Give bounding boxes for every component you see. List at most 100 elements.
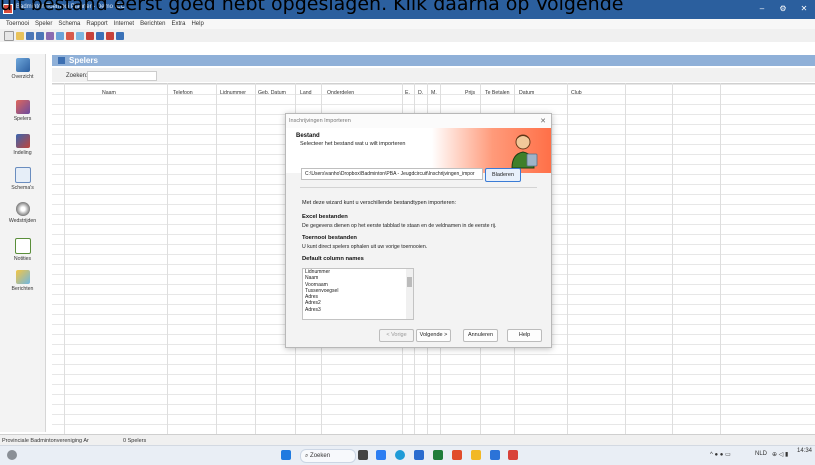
browse-button[interactable]: Bladeren <box>485 168 521 182</box>
grid-divider <box>167 83 168 434</box>
help-button[interactable]: Help <box>507 329 542 342</box>
grid-divider <box>567 83 568 434</box>
column-header-e[interactable]: E. <box>405 90 410 96</box>
badminton-app-icon[interactable] <box>508 450 518 460</box>
language-indicator[interactable]: NLD <box>755 451 767 457</box>
notes-icon <box>14 238 31 254</box>
excel-title: Excel bestanden <box>302 214 348 220</box>
menu-internet[interactable]: Internet <box>114 21 134 27</box>
cancel-button[interactable]: Annuleren <box>463 329 498 342</box>
dialog-intro: Met deze wizard kunt u verschillende bes… <box>302 200 457 206</box>
menu-speler[interactable]: Speler <box>35 21 52 27</box>
panel-title: Spelers <box>69 56 98 65</box>
grid-divider <box>64 83 65 434</box>
default-columns-list[interactable]: Lidnummer Naam Voornaam Tussenvoegsel Ad… <box>302 268 414 320</box>
grid-divider <box>720 83 721 434</box>
user-add-icon[interactable] <box>106 31 114 40</box>
file-path-input[interactable]: C:\Users\vanho\Dropbox\Badminton\PBA - J… <box>301 168 483 180</box>
column-header-telefoon[interactable]: Telefoon <box>173 90 193 96</box>
user-red-icon[interactable] <box>86 31 94 40</box>
tray-icons[interactable]: ^ ● ● ▭ <box>710 451 731 458</box>
column-header-lidnummer[interactable]: Lidnummer <box>220 90 246 96</box>
mail-icon[interactable] <box>76 31 84 40</box>
players-alt-icon[interactable] <box>36 31 44 40</box>
column-header-club[interactable]: Club <box>571 90 582 96</box>
messages-icon <box>15 270 30 284</box>
print-icon[interactable] <box>66 31 74 40</box>
user-remove-icon[interactable] <box>116 31 124 40</box>
sidebar-item-indeling[interactable]: Indeling <box>0 134 45 156</box>
players-icon <box>58 57 65 64</box>
word-icon[interactable] <box>414 450 424 460</box>
chat-icon[interactable] <box>376 450 386 460</box>
back-button[interactable]: < Vorige <box>379 329 414 342</box>
search-row: Zoeken: <box>52 68 815 82</box>
grid-divider <box>672 83 673 434</box>
schedule-icon <box>14 167 31 183</box>
excel-description: De gegevens dienen op het eerste tabblad… <box>302 223 497 229</box>
sidebar-item-berichten[interactable]: Berichten <box>0 270 45 292</box>
new-icon[interactable] <box>4 30 14 41</box>
close-icon[interactable]: ✕ <box>540 117 546 125</box>
status-player-count: 0 Spelers <box>123 438 147 444</box>
task-view-icon[interactable] <box>358 450 368 460</box>
store-icon[interactable] <box>490 450 500 460</box>
scrollbar-thumb[interactable] <box>407 277 412 287</box>
draw-icon <box>15 134 30 148</box>
taskbar-search[interactable]: ⌕ Zoeken <box>300 449 356 463</box>
sidebar-item-spelers[interactable]: Spelers <box>0 100 45 122</box>
page-title: Spelers <box>52 55 815 66</box>
menu-schema[interactable]: Schema <box>58 21 80 27</box>
menu-toernooi[interactable]: Toernooi <box>6 21 29 27</box>
sidebar-item-wedstrijden[interactable]: Wedstrijden <box>0 202 45 224</box>
shuttlecock-icon <box>15 202 30 216</box>
draw-icon[interactable] <box>46 31 54 40</box>
tutorial-caption: uit bestand eerst goed hebt opgeslagen. … <box>0 0 624 15</box>
next-button[interactable]: Volgende > <box>416 329 451 342</box>
network-volume-icons[interactable]: ⊕ ◁ ▮ <box>772 451 788 458</box>
overview-icon <box>15 58 30 72</box>
menu-rapport[interactable]: Rapport <box>86 21 107 27</box>
column-header-onderdelen[interactable]: Onderdelen <box>327 90 354 96</box>
dialog-header-subtitle: Selecteer het bestand wat u wilt importe… <box>300 141 406 147</box>
players-icon[interactable] <box>26 31 34 40</box>
players-icon <box>15 100 30 114</box>
sidebar-item-schemas[interactable]: Schema's <box>0 167 45 191</box>
tournament-title: Toernooi bestanden <box>302 235 357 241</box>
sidebar-item-notities[interactable]: Notities <box>0 238 45 262</box>
grid-divider <box>216 83 217 434</box>
column-header-prijs[interactable]: Prijs <box>465 90 475 96</box>
clock[interactable]: 14:34 <box>797 448 812 454</box>
status-club: Provinciale Badmintonvereniging Ar <box>2 438 89 444</box>
import-dialog: Inschrijvingen Importeren ✕ Bestand Sele… <box>285 113 552 348</box>
weather-icon[interactable] <box>7 450 17 460</box>
list-item: Adres3 <box>305 306 321 313</box>
menu-berichten[interactable]: Berichten <box>140 21 165 27</box>
column-header-datum[interactable]: Datum <box>519 90 534 96</box>
schedule-icon[interactable] <box>56 31 64 40</box>
user-blue-icon[interactable] <box>96 31 104 40</box>
powerpoint-icon[interactable] <box>452 450 462 460</box>
user-avatar-icon <box>511 134 538 169</box>
divider <box>300 187 537 188</box>
search-input[interactable] <box>87 71 157 81</box>
menu-extra[interactable]: Extra <box>171 21 185 27</box>
taskbar: ⌕ Zoeken ^ ● ● ▭ NLD ⊕ ◁ ▮ 14:34 <box>0 445 815 465</box>
list-scrollbar[interactable] <box>406 269 413 319</box>
explorer-icon[interactable] <box>471 450 481 460</box>
start-icon[interactable] <box>281 450 291 460</box>
dialog-title: Inschrijvingen Importeren <box>289 118 351 124</box>
excel-icon[interactable] <box>433 450 443 460</box>
menu-help[interactable]: Help <box>191 21 203 27</box>
grid-divider <box>255 83 256 434</box>
dialog-header-title: Bestand <box>296 133 320 139</box>
sidebar-item-overzicht[interactable]: Overzicht <box>0 58 45 80</box>
column-header-d[interactable]: D. <box>418 90 423 96</box>
column-header-m[interactable]: M. <box>431 90 437 96</box>
column-header-te-betalen[interactable]: Te Betalen <box>485 90 510 96</box>
column-header-naam[interactable]: Naam <box>102 90 116 96</box>
open-icon[interactable] <box>16 31 24 40</box>
column-header-geb-datum[interactable]: Geb. Datum <box>258 90 286 96</box>
edge-icon[interactable] <box>395 450 405 460</box>
column-header-land[interactable]: Land <box>300 90 312 96</box>
